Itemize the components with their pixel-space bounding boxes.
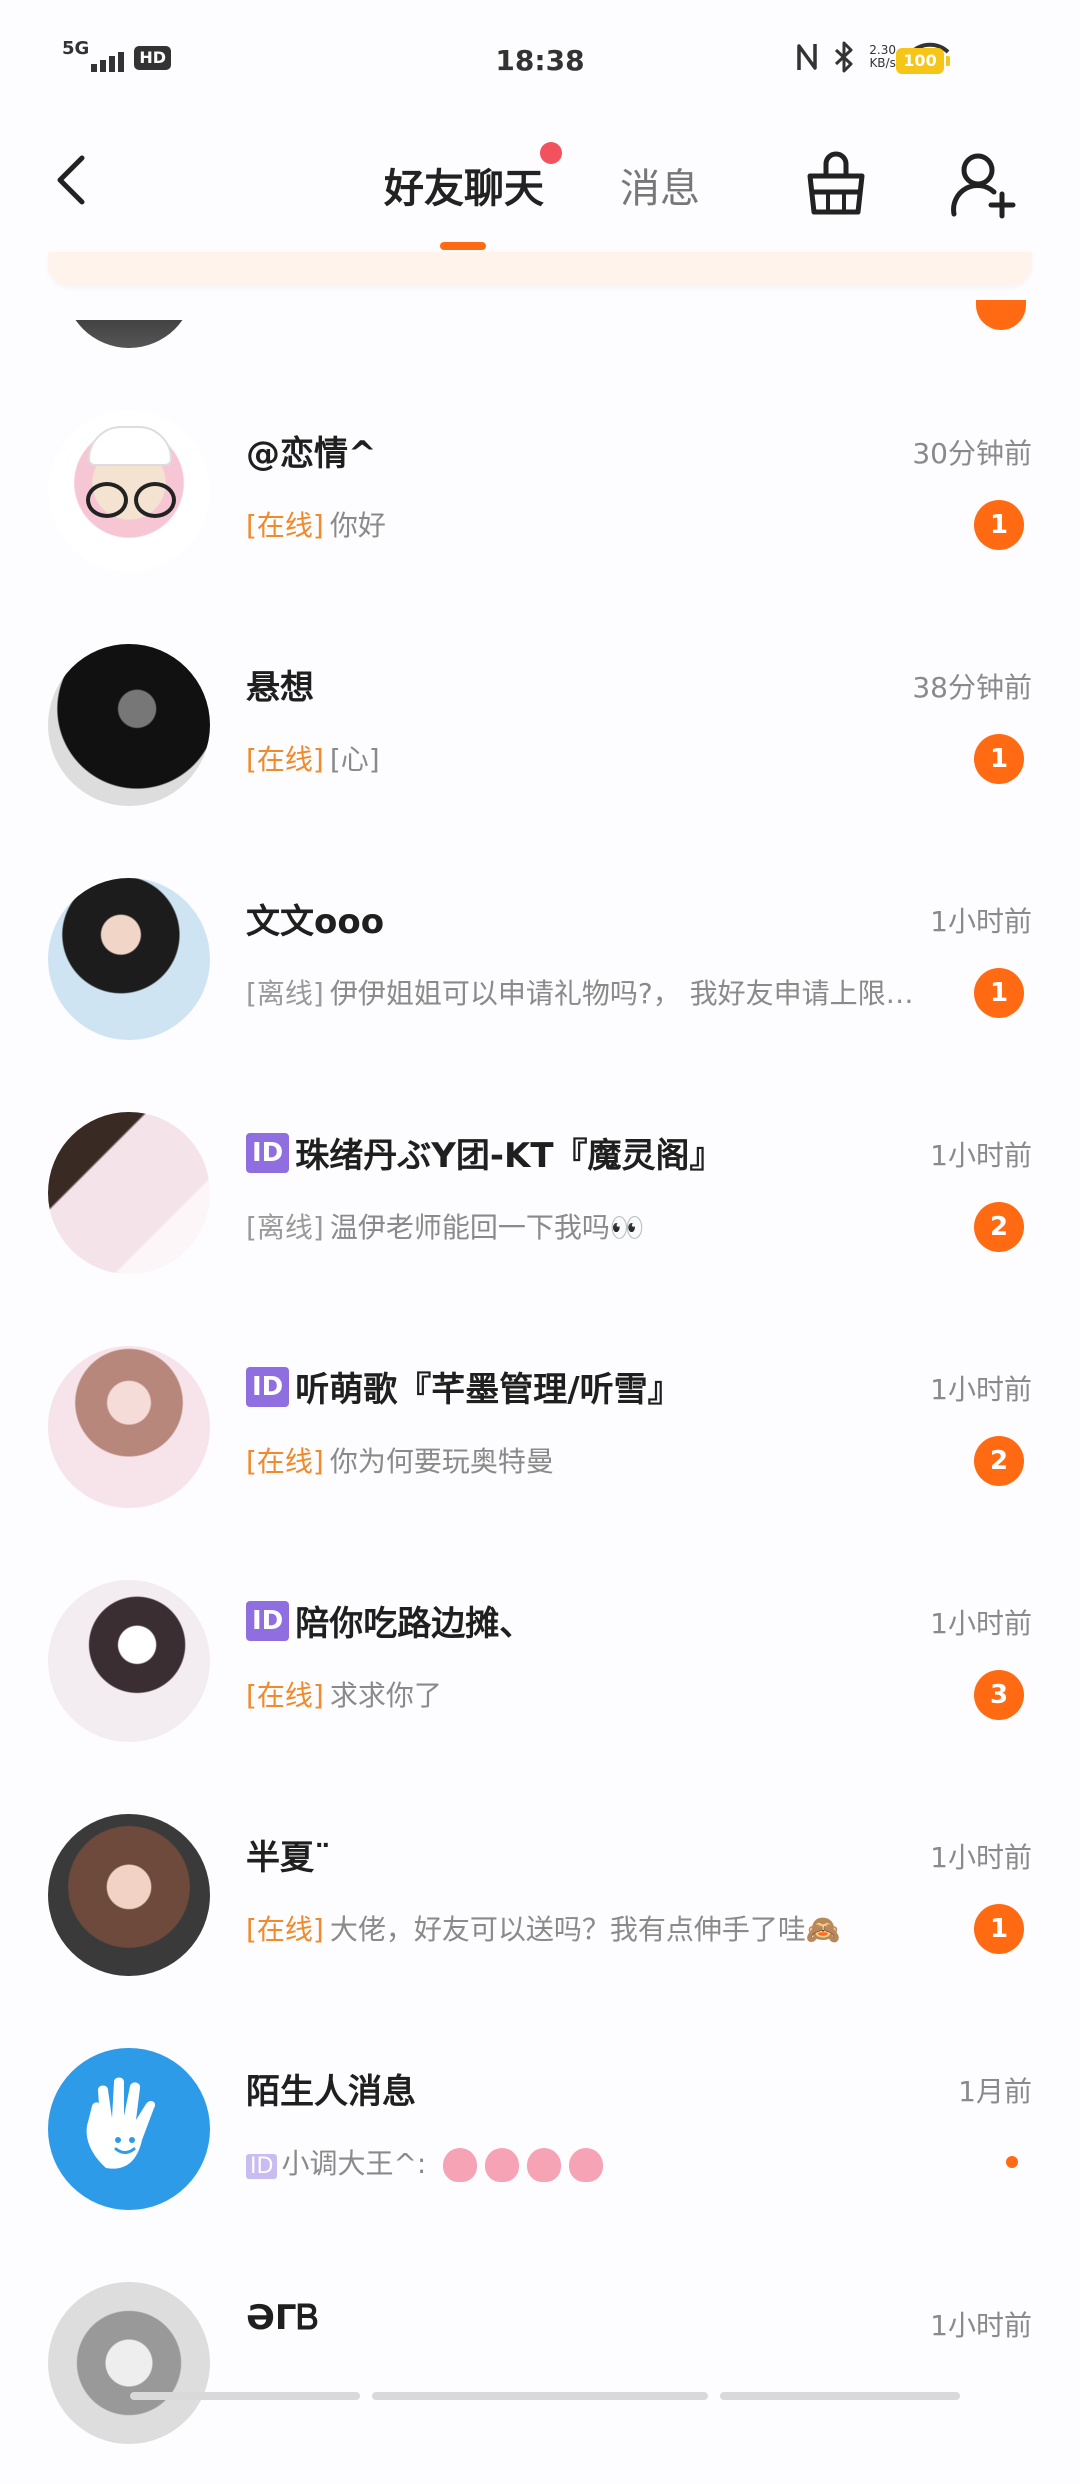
message-preview: [离线] 温伊老师能回一下我吗👀	[246, 1211, 645, 1244]
contact-name: 半夏¨	[246, 1838, 331, 1878]
bluetooth-icon	[835, 41, 853, 73]
message-time: 1小时前	[930, 2309, 1032, 2342]
stranger-avatar	[48, 2048, 210, 2210]
conversation-item[interactable]: 半夏¨ 1小时前 [在线] 大佬，好友可以送吗？我有点伸手了哇🙈 1	[0, 1782, 1080, 2016]
contact-name: 陌生人消息	[246, 2072, 416, 2112]
notice-banner	[48, 252, 1032, 286]
message-time: 1小时前	[930, 1607, 1032, 1640]
stranger-messages-item[interactable]: 陌生人消息 1月前 ID 小调大王^:	[0, 2016, 1080, 2250]
tab-unread-dot	[540, 142, 562, 164]
active-tab-indicator	[440, 242, 486, 250]
avatar	[48, 644, 210, 806]
contact-name: 悬想	[246, 668, 314, 708]
message-time: 1月前	[958, 2075, 1032, 2108]
message-time: 30分钟前	[912, 437, 1032, 470]
conversation-item[interactable]: ID 陪你吃路边摊、 1小时前 [在线] 求求你了 3	[0, 1548, 1080, 1782]
message-time: 1小时前	[930, 905, 1032, 938]
clear-unread-button[interactable]	[804, 150, 868, 220]
online-status: [在线]	[246, 509, 324, 542]
online-status: [在线]	[246, 1913, 324, 1946]
tab-messages[interactable]: 消息	[620, 156, 700, 214]
message-time: 1小时前	[930, 1139, 1032, 1172]
contact-name: 文文ooo	[246, 902, 385, 942]
bottom-divider	[130, 2392, 360, 2400]
conversation-item[interactable]: 悬想 38分钟前 [在线] [心] 1	[0, 612, 1080, 846]
conversation-item[interactable]: ID 珠绪丹ぶY团-KT『魔灵阁』 1小时前 [离线] 温伊老师能回一下我吗👀 2	[0, 1080, 1080, 1314]
avatar	[48, 1814, 210, 1976]
avatar	[48, 878, 210, 1040]
chevron-left-icon	[57, 155, 85, 205]
message-preview: ID 小调大王^:	[246, 2142, 966, 2182]
contact-name: @恋情^	[246, 434, 377, 474]
tongue-emoji-icon	[527, 2148, 562, 2182]
network-speed: 2.30 KB/s	[869, 43, 896, 70]
status-bar: 5G HD 18:38 2.30 KB/s 100	[0, 0, 1080, 120]
conversation-item[interactable]: ƏΓᏴ 1小时前	[0, 2250, 1080, 2484]
message-time: 38分钟前	[912, 671, 1032, 704]
conversation-item[interactable]: 文文ooo 1小时前 [离线] 伊伊姐姐可以申请礼物吗?， 我好友申请上限… 1	[0, 846, 1080, 1080]
contact-name: ƏΓᏴ	[246, 2298, 319, 2338]
online-status: [在线]	[246, 1445, 324, 1478]
battery-indicator: 100	[896, 48, 950, 74]
tab-friend-chat[interactable]: 好友聊天	[384, 156, 544, 214]
tongue-emoji-icon	[569, 2148, 604, 2182]
contact-name: ID 陪你吃路边摊、	[246, 1596, 533, 1645]
broom-icon	[807, 151, 865, 215]
id-badge: ID	[246, 1600, 290, 1641]
avatar	[48, 410, 210, 572]
online-status: [在线]	[246, 743, 324, 776]
top-nav: 好友聊天 消息	[0, 120, 1080, 250]
offline-status: [离线]	[246, 977, 324, 1010]
id-badge: ID	[246, 1366, 290, 1407]
unread-badge: 1	[974, 1904, 1024, 1954]
tongue-emoji-icon	[443, 2148, 478, 2182]
conversation-item[interactable]: @恋情^ 30分钟前 [在线] 你好 1	[0, 378, 1080, 612]
partial-unread-badge	[976, 300, 1026, 330]
message-preview: [在线] 你为何要玩奥特曼	[246, 1445, 554, 1478]
unread-dot	[1006, 2156, 1018, 2168]
id-badge: ID	[246, 2154, 278, 2179]
message-time: 1小时前	[930, 1841, 1032, 1874]
bottom-divider	[720, 2392, 960, 2400]
contact-name: ID 听萌歌『芊墨管理/听雪』	[246, 1362, 682, 1411]
conversation-item[interactable]: ID 听萌歌『芊墨管理/听雪』 1小时前 [在线] 你为何要玩奥特曼 2	[0, 1314, 1080, 1548]
unread-badge: 1	[974, 968, 1024, 1018]
add-friend-button[interactable]	[950, 150, 1020, 220]
message-preview: [在线] 你好	[246, 509, 386, 542]
contact-name: ID 珠绪丹ぶY团-KT『魔灵阁』	[246, 1128, 724, 1177]
offline-status: [离线]	[246, 1211, 324, 1244]
unread-badge: 1	[974, 500, 1024, 550]
unread-badge: 2	[974, 1202, 1024, 1252]
unread-badge: 1	[974, 734, 1024, 784]
online-status: [在线]	[246, 1679, 324, 1712]
tongue-emoji-icon	[485, 2148, 520, 2182]
unread-badge: 2	[974, 1436, 1024, 1486]
back-button[interactable]	[44, 150, 104, 210]
message-preview: [在线] 求求你了	[246, 1679, 442, 1712]
add-user-icon	[951, 153, 1016, 219]
avatar	[48, 1580, 210, 1742]
message-preview: [离线] 伊伊姐姐可以申请礼物吗?， 我好友申请上限…	[246, 977, 914, 1010]
message-preview: [在线] 大佬，好友可以送吗？我有点伸手了哇🙈	[246, 1913, 841, 1946]
bottom-divider	[372, 2392, 708, 2400]
id-badge: ID	[246, 1132, 290, 1173]
avatar	[48, 1346, 210, 1508]
message-time: 1小时前	[930, 1373, 1032, 1406]
avatar	[48, 1112, 210, 1274]
unread-badge: 3	[974, 1670, 1024, 1720]
waving-hand-icon	[86, 2077, 156, 2169]
nfc-icon	[797, 44, 818, 70]
message-preview: [在线] [心]	[246, 743, 380, 776]
avatar	[48, 2282, 210, 2444]
